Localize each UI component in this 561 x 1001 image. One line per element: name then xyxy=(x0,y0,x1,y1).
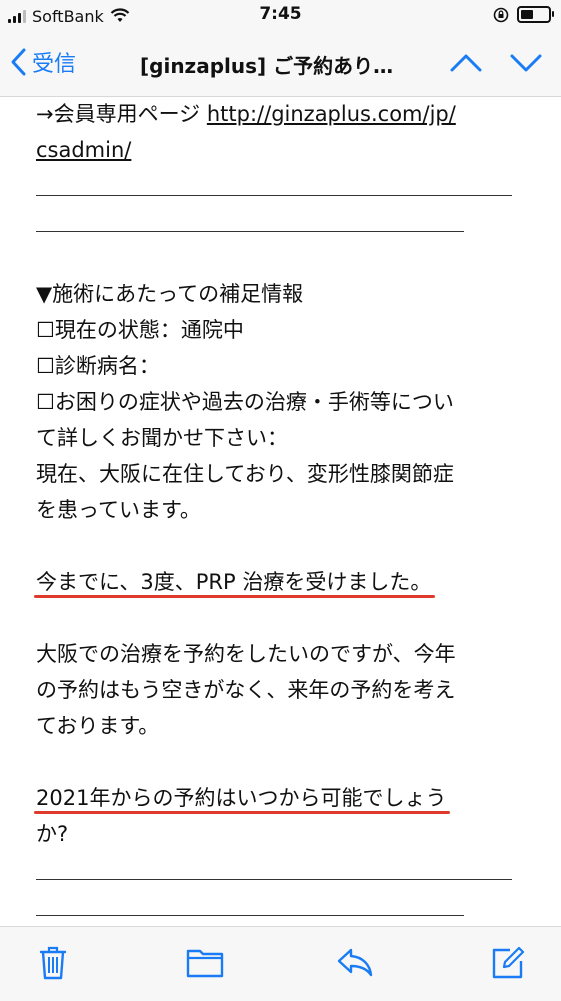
reply-icon[interactable] xyxy=(336,945,374,979)
text-line: を患っています。 xyxy=(36,498,201,522)
chevron-up-icon[interactable] xyxy=(449,48,483,78)
text-line: の予約はもう空きがなく、来年の予約を考え xyxy=(36,678,456,702)
trash-icon[interactable] xyxy=(38,945,68,981)
text-line: ☐診断病名： xyxy=(36,354,160,378)
text-line: →会員専用ページ http://ginzaplus.com/jp/ xyxy=(36,96,526,132)
member-page-link[interactable]: http://ginzaplus.com/jp/ xyxy=(207,102,456,126)
text-line: ☐お困りの症状や過去の治療・手術等につい xyxy=(36,390,454,414)
chevron-left-icon xyxy=(11,48,26,76)
red-underline xyxy=(34,811,451,814)
highlighted-line: 今までに、3度、PRP 治療を受けました。 xyxy=(34,564,526,600)
divider-line xyxy=(36,888,526,924)
link-prefix: →会員専用ページ xyxy=(36,102,207,126)
email-body: →会員専用ページ http://ginzaplus.com/jp/csadmin… xyxy=(34,96,526,996)
text-line: か? xyxy=(36,822,69,846)
text-line: 現在、大阪に在住しており、変形性膝関節症 xyxy=(36,462,454,486)
divider-line xyxy=(36,204,526,240)
status-right xyxy=(493,6,554,23)
orientation-lock-icon xyxy=(493,7,509,22)
status-bar: SoftBank 7:45 xyxy=(0,0,561,34)
battery-icon xyxy=(517,6,554,23)
red-underline xyxy=(34,595,436,598)
highlighted-text: 今までに、3度、PRP 治療を受けました。 xyxy=(34,564,436,600)
link-line: csadmin/ xyxy=(36,132,526,168)
divider-line xyxy=(36,852,526,888)
highlighted-line: 2021年からの予約はいつから可能でしょう xyxy=(34,780,526,816)
mail-nav-bar: 受信 [ginzaplus] ご予約あり… xyxy=(0,34,561,97)
highlighted-text-content: 今までに、3度、PRP 治療を受けました。 xyxy=(36,570,432,594)
status-time: 7:45 xyxy=(259,4,302,24)
back-label: 受信 xyxy=(32,52,77,77)
text-line: ▼施術にあたっての補足情報 xyxy=(36,282,304,306)
text-line: 大阪での治療を予約をしたいのですが、今年 xyxy=(36,642,456,666)
folder-icon[interactable] xyxy=(186,945,224,979)
message-nav-arrows xyxy=(449,48,543,78)
highlighted-text-content: 2021年からの予約はいつから可能でしょう xyxy=(36,786,447,810)
text-line: ☐現在の状態：通院中 xyxy=(36,318,244,342)
chevron-down-icon[interactable] xyxy=(509,48,543,78)
text-line: て詳しくお聞かせ下さい： xyxy=(36,426,288,450)
message-title: [ginzaplus] ご予約あり… xyxy=(140,54,394,78)
back-button[interactable]: 受信 xyxy=(10,46,76,78)
text-line: ております。 xyxy=(36,714,160,738)
bottom-toolbar xyxy=(0,926,561,1001)
member-page-link[interactable]: csadmin/ xyxy=(36,138,131,162)
highlighted-text: 2021年からの予約はいつから可能でしょう xyxy=(34,780,451,816)
compose-icon[interactable] xyxy=(490,945,526,981)
divider-line xyxy=(36,168,526,204)
